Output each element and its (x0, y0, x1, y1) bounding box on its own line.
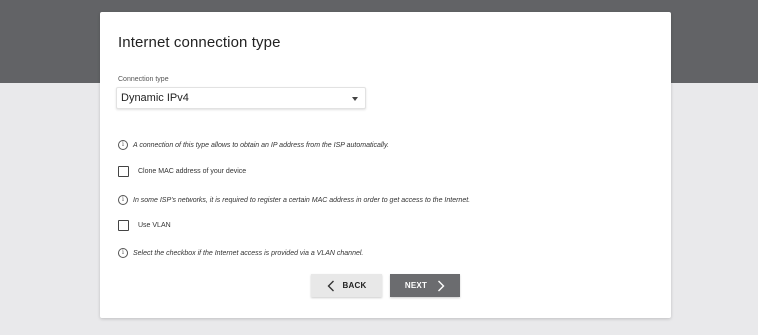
use-vlan-checkbox[interactable] (118, 220, 129, 231)
vlan-hint-text: Select the checkbox if the Internet acce… (133, 249, 364, 257)
info-icon: i (118, 140, 128, 150)
chevron-right-icon (438, 280, 445, 291)
connection-type-label: Connection type (118, 76, 169, 83)
info-icon: i (118, 248, 128, 258)
vlan-hint: i Select the checkbox if the Internet ac… (118, 248, 363, 258)
use-vlan-option[interactable]: Use VLAN (118, 220, 171, 231)
connection-type-value: Dynamic IPv4 (121, 92, 189, 104)
mac-hint: i In some ISP's networks, it is required… (118, 195, 470, 205)
back-button[interactable]: BACK (311, 274, 382, 297)
chevron-left-icon (327, 280, 334, 291)
clone-mac-checkbox[interactable] (118, 166, 129, 177)
connection-type-hint: i A connection of this type allows to ob… (118, 140, 389, 150)
info-icon: i (118, 195, 128, 205)
use-vlan-label[interactable]: Use VLAN (138, 222, 171, 229)
next-button[interactable]: NEXT (390, 274, 460, 297)
back-button-label: BACK (342, 281, 367, 290)
connection-type-hint-text: A connection of this type allows to obta… (133, 141, 389, 149)
page-title: Internet connection type (118, 34, 281, 51)
clone-mac-label[interactable]: Clone MAC address of your device (138, 168, 246, 175)
clone-mac-option[interactable]: Clone MAC address of your device (118, 166, 246, 177)
mac-hint-text: In some ISP's networks, it is required t… (133, 196, 471, 204)
wizard-card: Internet connection type Connection type… (100, 12, 671, 318)
next-button-label: NEXT (404, 281, 428, 290)
caret-down-icon (352, 97, 358, 101)
connection-type-select[interactable]: Dynamic IPv4 (116, 87, 366, 109)
